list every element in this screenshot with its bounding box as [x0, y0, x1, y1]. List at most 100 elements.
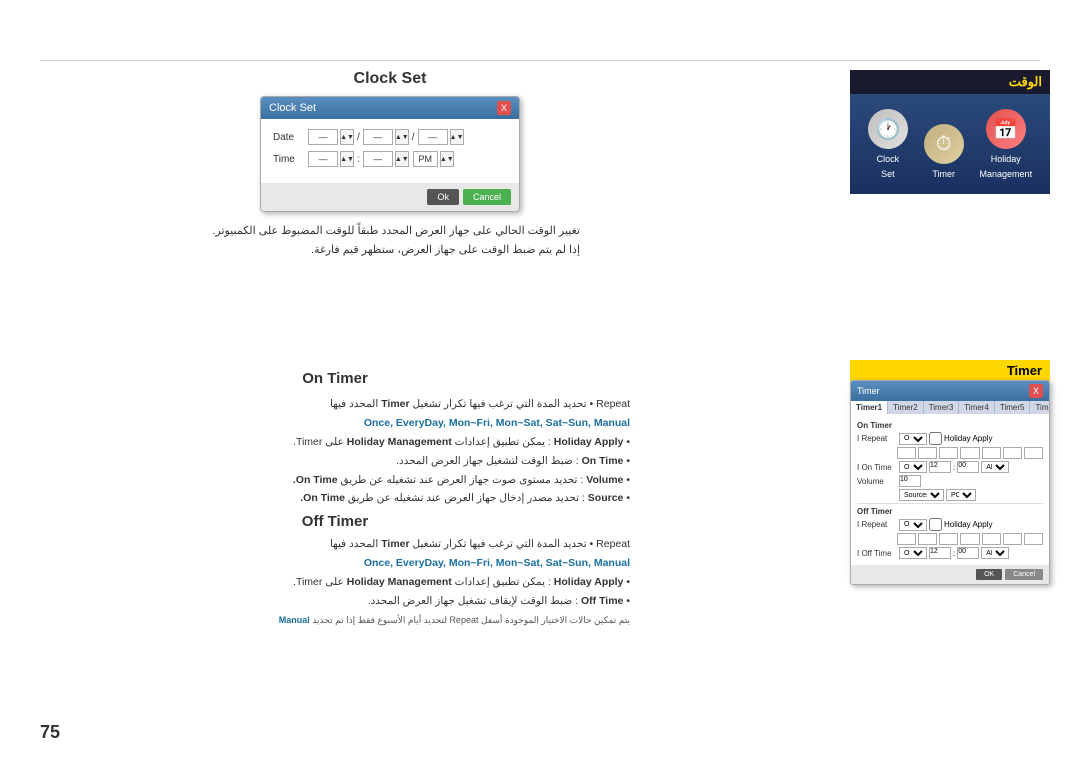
clock-arabic-description: تغيير الوقت الحالي على جهاز العرض المحدد… [200, 222, 580, 259]
timer-tab-6[interactable]: Timer6 [1030, 401, 1050, 414]
clock-time-label: Time [273, 154, 308, 165]
off-timer-bullet-2: Once, EveryDay, Mon~Fri, Mon~Sat, Sat~Su… [40, 554, 630, 573]
date-box-5[interactable] [982, 447, 1001, 459]
off-date-box-6[interactable] [1003, 533, 1022, 545]
volume-bold: Volume [586, 474, 623, 486]
off-date-box-4[interactable] [960, 533, 979, 545]
timer-tab-1[interactable]: Timer1 [851, 401, 888, 414]
on-timer-bullets: Repeat • تحديد المدة التي ترغب فيها تكرا… [40, 395, 630, 508]
clock-date-inputs: — ▲▼ / — ▲▼ / — ▲▼ [308, 129, 464, 145]
off-date-box-5[interactable] [982, 533, 1001, 545]
clock-time-hour-spinner[interactable]: ▲▼ [340, 151, 354, 167]
clock-time-inputs: — ▲▼ : — ▲▼ PM ▲▼ [308, 151, 454, 167]
timer-tab-3[interactable]: Timer3 [924, 401, 960, 414]
off-date-box-1[interactable] [897, 533, 916, 545]
timer-section-title: Timer [850, 360, 1050, 381]
on-source-pc-select[interactable]: PC [946, 489, 976, 501]
timer-tab-5[interactable]: Timer5 [995, 401, 1031, 414]
on-time-hour[interactable]: 12 [929, 461, 951, 473]
on-timer-bullet-5: • Volume : تحديد مستوى صوت جهاز العرض عن… [40, 471, 630, 490]
clock-dialog-body: Date — ▲▼ / — ▲▼ / — ▲▼ Time — ▲▼ : [261, 119, 519, 183]
off-timer-bold: Timer [381, 538, 409, 550]
date-box-7[interactable] [1024, 447, 1043, 459]
clock-dialog-title-text: Clock Set [269, 102, 316, 114]
on-time-row: I On Time Off 12 : 00 AM [857, 461, 1043, 473]
date-box-6[interactable] [1003, 447, 1022, 459]
holiday-icon-item[interactable]: 📅 Holiday Management [980, 109, 1033, 179]
holiday-suffix: • [623, 436, 630, 448]
off-repeat-ar-2: المحدد فيها [330, 538, 378, 550]
timer-icon-item[interactable]: ⏱ Timer [924, 124, 964, 179]
on-timer-bullet-4: • On Time : ضبط الوقت لتشغيل جهاز العرض … [40, 452, 630, 471]
page-number: 75 [40, 722, 60, 743]
clock-ampm[interactable]: PM [413, 151, 438, 167]
off-time-suffix: • [623, 595, 630, 607]
off-timer-bullet-1: Repeat • تحديد المدة التي ترغب فيها تكرا… [40, 535, 630, 554]
on-time-min[interactable]: 00 [957, 461, 979, 473]
off-timer-bullet-3: • Holiday Apply : يمكن تطبيق إعدادات Hol… [40, 573, 630, 592]
bottom-note: يتم تمكين حالات الاختيار الموجودة أسفل R… [40, 615, 630, 626]
off-date-box-2[interactable] [918, 533, 937, 545]
off-time-min[interactable]: 00 [957, 547, 979, 559]
date-box-4[interactable] [960, 447, 979, 459]
clock-time-field: Time — ▲▼ : — ▲▼ PM ▲▼ [273, 151, 507, 167]
clock-date-month[interactable]: — [308, 129, 338, 145]
on-repeat-select[interactable]: Once [899, 433, 927, 445]
holiday-apply-checkbox[interactable] [929, 432, 942, 445]
on-source-select[interactable]: Sources [899, 489, 944, 501]
clock-date-year[interactable]: — [418, 129, 448, 145]
timer-tab-4[interactable]: Timer4 [959, 401, 995, 414]
off-time-hour[interactable]: 12 [929, 547, 951, 559]
on-source-row: Sources PC [857, 489, 1043, 501]
off-time-off-select[interactable]: Off [899, 547, 927, 559]
clock-set-section: Clock Set Clock Set X Date — ▲▼ / — ▲▼ /… [200, 70, 580, 259]
clock-dialog-footer: Ok Cancel [261, 183, 519, 211]
on-repeat-row: I Repeat Once Holiday Apply [857, 432, 1043, 445]
clock-date-day-spinner[interactable]: ▲▼ [395, 129, 409, 145]
on-time-off-select[interactable]: Off [899, 461, 927, 473]
clock-separator-1: / [357, 132, 360, 143]
on-volume-label: Volume [857, 477, 897, 486]
timer-cancel-button[interactable]: Cancel [1005, 569, 1043, 580]
clock-time-min[interactable]: — [363, 151, 393, 167]
timer-dialog-title-text: Timer [857, 386, 880, 396]
on-time-vol: On Time. [293, 474, 338, 486]
on-volume-value[interactable]: 10 [899, 475, 921, 487]
clock-date-month-spinner[interactable]: ▲▼ [340, 129, 354, 145]
on-timer-area: On Timer Repeat • تحديد المدة التي ترغب … [40, 370, 630, 626]
timer-tab-2[interactable]: Timer2 [888, 401, 924, 414]
off-holiday-apply: Holiday Apply [554, 576, 624, 588]
timer-close-button[interactable]: X [1029, 384, 1043, 398]
clock-set-icon-label-line1: Clock [877, 154, 900, 164]
clock-date-year-spinner[interactable]: ▲▼ [450, 129, 464, 145]
clock-time-min-spinner[interactable]: ▲▼ [395, 151, 409, 167]
clock-set-icon-item[interactable]: 🕐 Clock Set [868, 109, 908, 179]
off-holiday-mgmt: Holiday Management [347, 576, 452, 588]
off-holiday-checkbox[interactable] [929, 518, 942, 531]
clock-arabic-line-1: تغيير الوقت الحالي على جهاز العرض المحدد… [200, 222, 580, 241]
date-box-3[interactable] [939, 447, 958, 459]
clock-date-field: Date — ▲▼ / — ▲▼ / — ▲▼ [273, 129, 507, 145]
off-repeat-select[interactable]: Once [899, 519, 927, 531]
clock-ok-button[interactable]: Ok [427, 189, 459, 205]
clock-cancel-button[interactable]: Cancel [463, 189, 511, 205]
clock-ampm-spinner[interactable]: ▲▼ [440, 151, 454, 167]
off-repeat-label: I Repeat [857, 520, 897, 529]
clock-time-hour[interactable]: — [308, 151, 338, 167]
date-box-1[interactable] [897, 447, 916, 459]
repeat-ar-2: المحدد فيها [330, 398, 378, 410]
date-box-2[interactable] [918, 447, 937, 459]
volume-suffix: • [623, 474, 630, 486]
off-holiday-apply-label: Holiday Apply [944, 520, 992, 529]
off-time-ampm[interactable]: AM [981, 547, 1009, 559]
clock-date-label: Date [273, 132, 308, 143]
on-timer-bullet-2: Once, EveryDay, Mon~Fri, Mon~Sat, Sat~Su… [40, 414, 630, 433]
off-date-box-7[interactable] [1024, 533, 1043, 545]
volume-ar: : تحديد مستوى صوت جهاز العرض عند تشغيله … [338, 474, 584, 486]
clock-close-button[interactable]: X [497, 101, 511, 115]
timer-ok-button[interactable]: OK [976, 569, 1002, 580]
on-timer-bullet-3: • Holiday Apply : يمكن تطبيق إعدادات Hol… [40, 433, 630, 452]
clock-date-day[interactable]: — [363, 129, 393, 145]
off-date-box-3[interactable] [939, 533, 958, 545]
on-time-ampm[interactable]: AM [981, 461, 1009, 473]
